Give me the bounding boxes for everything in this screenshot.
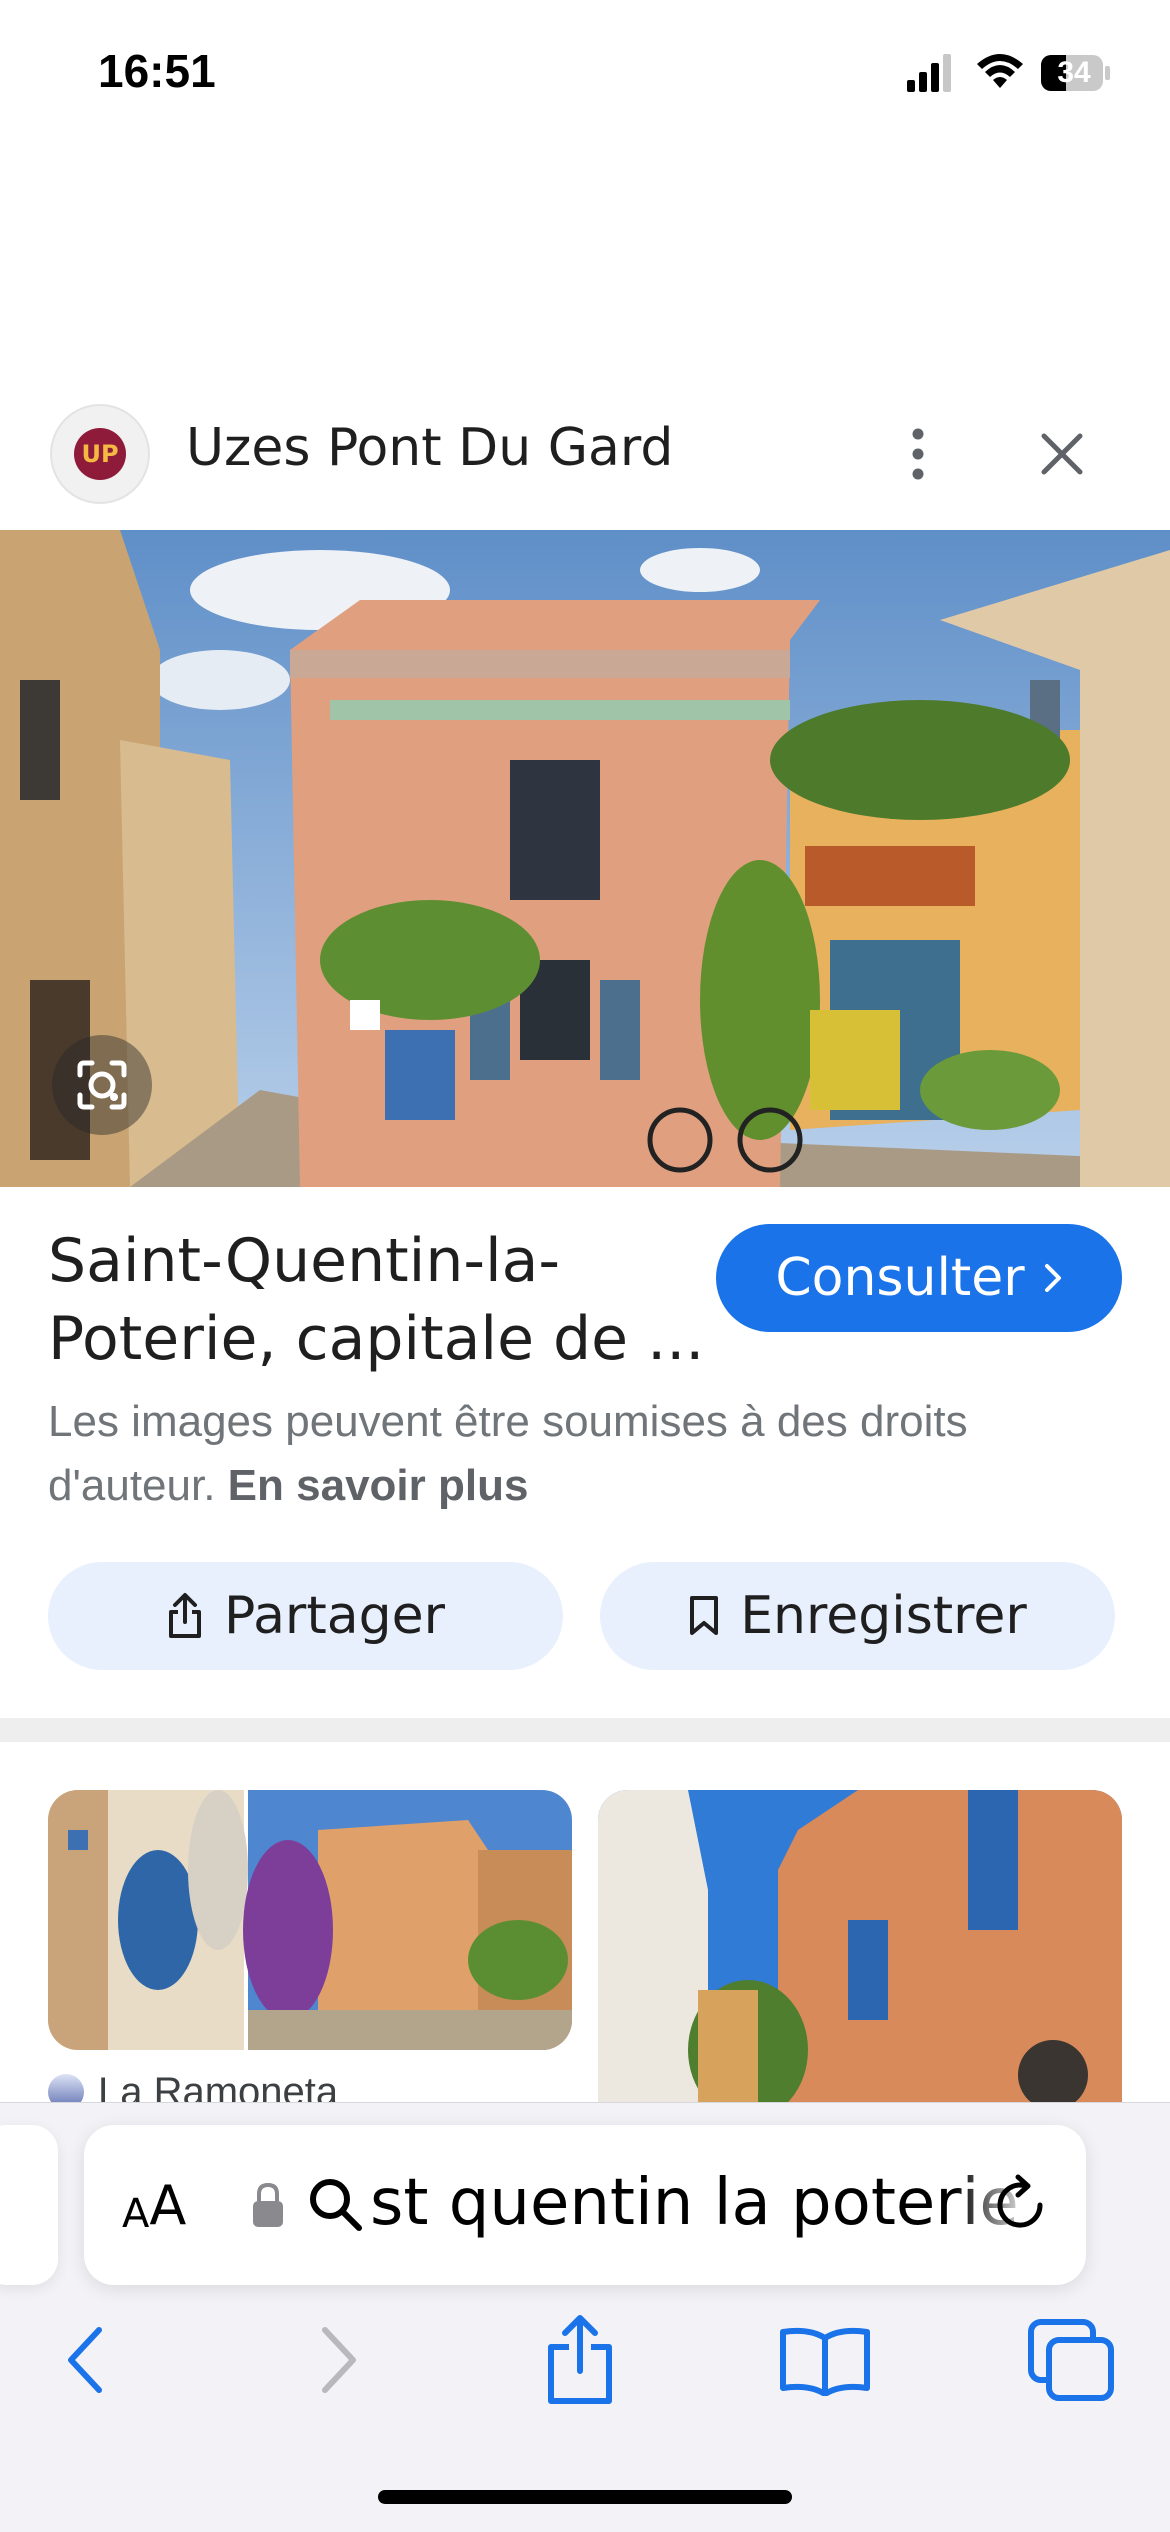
site-name[interactable]: Uzes Pont Du Gard — [186, 418, 673, 478]
bookmarks-icon — [780, 2327, 870, 2396]
share-button[interactable]: Partager — [48, 1562, 563, 1670]
more-vertical-icon — [912, 428, 924, 480]
pottery-collage-photo — [48, 1790, 572, 2050]
back-button[interactable] — [30, 2310, 140, 2410]
browser-share-button[interactable] — [525, 2310, 635, 2410]
result-title[interactable]: Saint-Quentin-la-Poterie, capitale de ..… — [48, 1222, 708, 1378]
result-header: UP Uzes Pont Du Gard — [0, 398, 1170, 528]
share-button-label: Partager — [224, 1586, 445, 1646]
forward-icon — [322, 2327, 356, 2393]
search-query[interactable]: st quentin la poterie — [370, 2163, 1034, 2243]
bookmark-icon — [690, 1596, 719, 1635]
lens-icon — [77, 1060, 127, 1110]
forward-button[interactable] — [284, 2310, 394, 2410]
tabs-button[interactable] — [1016, 2310, 1126, 2410]
site-logo-mark: UP — [74, 428, 126, 480]
search-icon — [310, 2179, 362, 2231]
previous-tab-preview[interactable] — [0, 2125, 58, 2285]
visit-button-label: Consulter — [775, 1248, 1025, 1308]
learn-more-link[interactable]: En savoir plus — [228, 1461, 529, 1510]
battery-icon: 34 — [1040, 54, 1112, 92]
site-logo[interactable]: UP — [50, 404, 150, 504]
share-icon — [548, 2315, 612, 2404]
close-button[interactable] — [1030, 418, 1094, 490]
battery-level: 34 — [1057, 56, 1091, 89]
text-size-big: A — [149, 2174, 187, 2237]
home-indicator[interactable] — [378, 2490, 792, 2504]
tabs-icon — [1028, 2319, 1114, 2401]
google-lens-button[interactable] — [52, 1035, 152, 1135]
cellular-signal-icon — [907, 54, 951, 92]
related-image[interactable] — [598, 1790, 1122, 2110]
more-options-button[interactable] — [890, 418, 946, 490]
close-icon — [1041, 433, 1083, 475]
village-street-photo — [0, 530, 1170, 1187]
chevron-right-icon — [1044, 1264, 1061, 1292]
result-image[interactable] — [0, 530, 1170, 1187]
street-facade-photo — [598, 1790, 1122, 2110]
share-icon — [169, 1593, 202, 1638]
copyright-notice: Les images peuvent être soumises à des d… — [48, 1390, 1128, 1518]
text-size-button[interactable]: AA — [122, 2173, 186, 2237]
save-button[interactable]: Enregistrer — [600, 1562, 1115, 1670]
address-bar[interactable]: AA st quentin la poterie — [84, 2125, 1086, 2285]
bookmarks-button[interactable] — [770, 2310, 880, 2410]
status-time: 16:51 — [98, 45, 216, 97]
back-icon — [68, 2327, 102, 2393]
related-image[interactable] — [48, 1790, 572, 2050]
reload-icon[interactable] — [984, 2169, 1056, 2241]
wifi-icon — [977, 54, 1023, 88]
text-size-small: A — [122, 2191, 150, 2237]
status-bar: 16:51 34 — [0, 0, 1170, 150]
lock-icon — [253, 2182, 283, 2227]
save-button-label: Enregistrer — [740, 1586, 1027, 1646]
visit-button[interactable]: Consulter — [716, 1224, 1122, 1332]
section-divider — [0, 1718, 1170, 1742]
